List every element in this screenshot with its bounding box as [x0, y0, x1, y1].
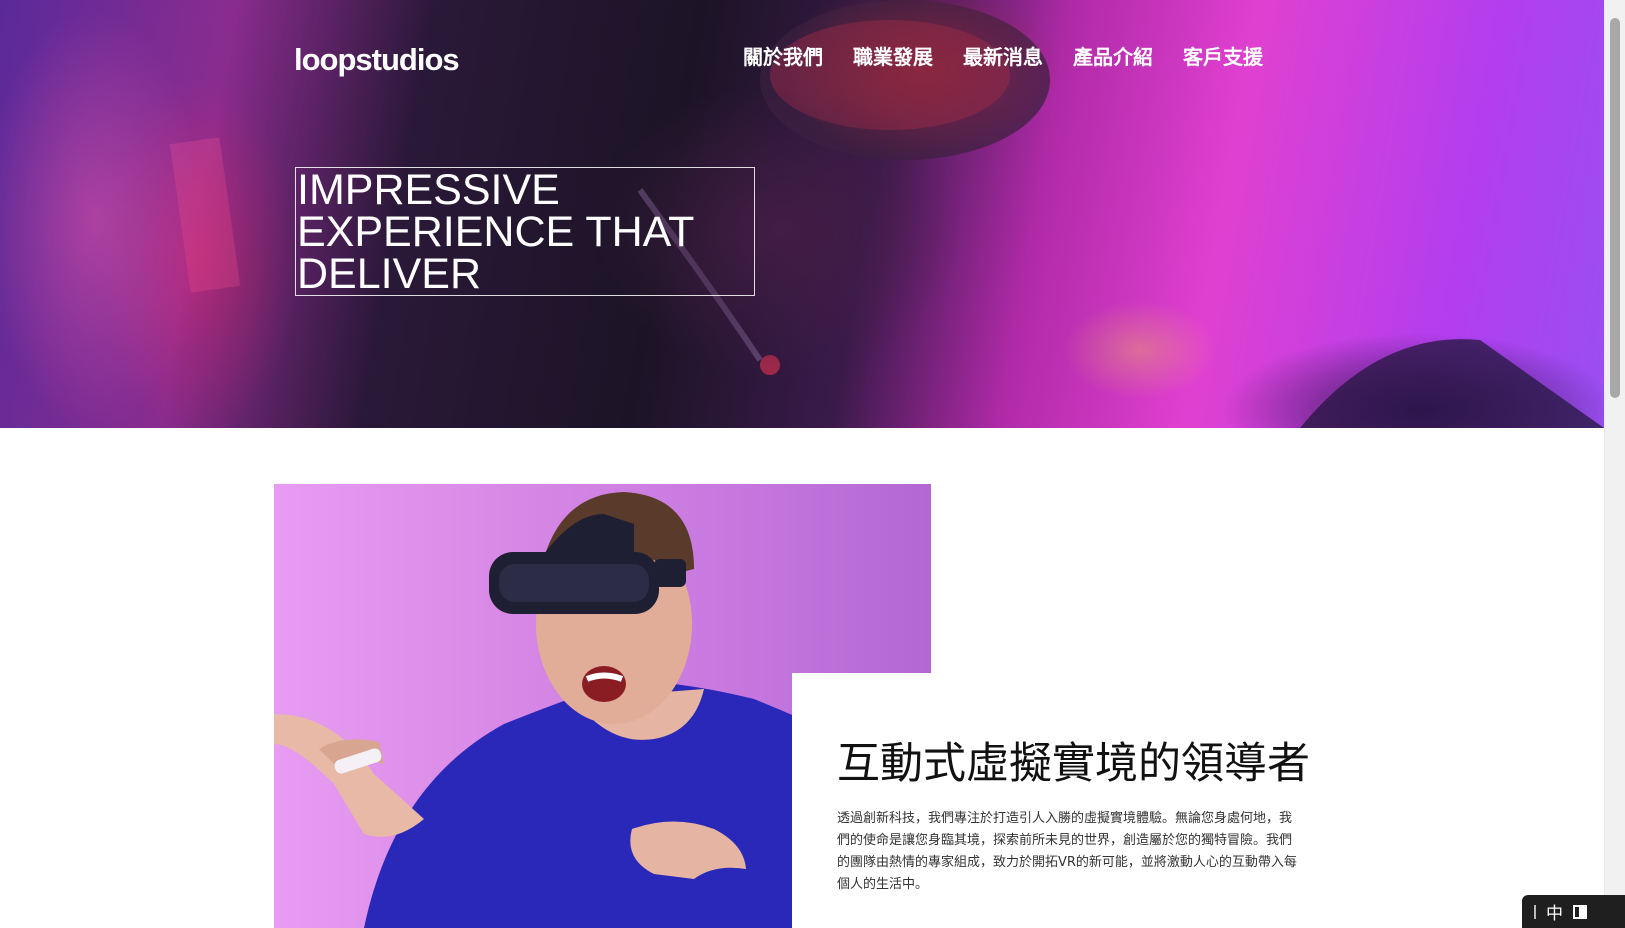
nav-item-support[interactable]: 客戶支援 [1183, 40, 1263, 74]
vertical-scrollbar[interactable] [1604, 0, 1625, 928]
nav-item-products[interactable]: 產品介紹 [1073, 40, 1153, 74]
nav-item-news[interactable]: 最新消息 [963, 40, 1043, 74]
nav-item-about[interactable]: 關於我們 [743, 40, 823, 74]
ime-indicator[interactable]: 中 [1522, 895, 1625, 928]
intro-title: 互動式虛擬實境的領導者 [837, 739, 1310, 789]
ime-separator [1534, 904, 1536, 919]
ime-mode-label[interactable]: 中 [1546, 899, 1563, 924]
ime-layout-icon[interactable] [1573, 904, 1587, 919]
brand-logo[interactable]: loopstudios [294, 38, 460, 82]
hero-headline: IMPRESSIVE EXPERIENCE THAT DELIVER [297, 166, 694, 298]
main-nav: 關於我們 職業發展 最新消息 產品介紹 客戶支援 [743, 40, 1263, 74]
nav-item-careers[interactable]: 職業發展 [853, 40, 933, 74]
scrollbar-thumb[interactable] [1610, 18, 1620, 398]
intro-body-text: 透過創新科技，我們專注於打造引人入勝的虛擬實境體驗。無論您身處何地，我們的使命是… [837, 811, 1297, 892]
